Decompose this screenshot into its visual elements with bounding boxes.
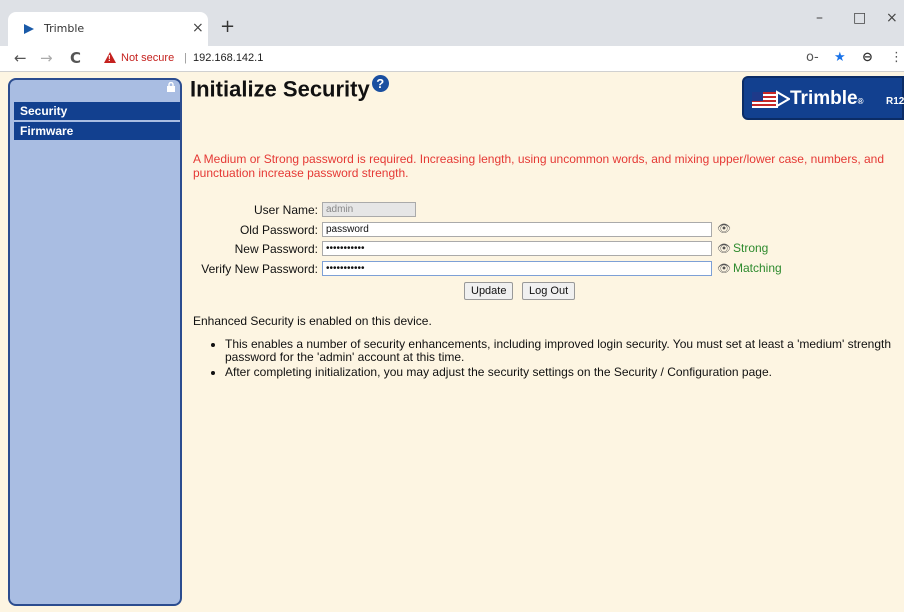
reload-button[interactable]: C xyxy=(70,49,81,67)
page-title-text: Initialize Security xyxy=(190,76,370,102)
new-tab-button[interactable]: + xyxy=(220,18,235,36)
security-info-list: This enables a number of security enhanc… xyxy=(213,338,903,381)
log-out-button[interactable]: Log Out xyxy=(522,282,576,300)
minimize-button[interactable]: – xyxy=(816,10,823,26)
us-flag-icon[interactable] xyxy=(752,92,778,108)
trimble-logo-banner: Trimble® R12 xyxy=(742,76,904,120)
sidebar-item-security[interactable]: Security xyxy=(14,102,180,120)
password-requirement-warning: A Medium or Strong password is required.… xyxy=(193,152,885,180)
not-secure-label[interactable]: Not secure xyxy=(121,52,174,64)
back-button[interactable]: ← xyxy=(14,49,27,67)
new-password-field[interactable] xyxy=(322,241,712,256)
enhanced-security-notice: Enhanced Security is enabled on this dev… xyxy=(193,314,432,328)
key-icon[interactable]: o‑ xyxy=(806,50,819,65)
bookmark-star-icon[interactable]: ★ xyxy=(834,50,846,65)
old-password-label: Old Password: xyxy=(239,223,318,237)
sidebar: Security Firmware xyxy=(8,78,182,606)
forward-button[interactable]: → xyxy=(40,49,53,67)
username-field[interactable] xyxy=(322,202,416,217)
browser-tab-bar: Trimble × + – □ × xyxy=(0,0,904,46)
address-bar: ← → C ! Not secure | 192.168.142.1 o‑ ★ … xyxy=(0,46,904,72)
trimble-logo-text: Trimble® xyxy=(790,88,864,109)
verify-password-field[interactable] xyxy=(322,261,712,276)
url-field[interactable]: 192.168.142.1 xyxy=(193,52,263,64)
new-password-label: New Password: xyxy=(234,242,318,256)
update-button[interactable]: Update xyxy=(464,282,514,300)
sidebar-item-firmware[interactable]: Firmware xyxy=(14,122,180,140)
close-window-button[interactable]: × xyxy=(886,10,898,26)
profile-icon[interactable]: ⊖ xyxy=(862,50,873,65)
verify-password-label: Verify New Password: xyxy=(201,262,318,276)
help-icon[interactable]: ? xyxy=(371,75,389,92)
show-old-password-eye-icon[interactable]: 👁 xyxy=(717,222,731,235)
lock-icon xyxy=(167,82,175,92)
list-item: After completing initialization, you may… xyxy=(225,366,903,379)
trimble-favicon-icon xyxy=(24,24,34,34)
show-verify-password-eye-icon[interactable]: 👁 xyxy=(717,262,731,275)
menu-icon[interactable]: ⋮ xyxy=(890,50,903,65)
username-label: User Name: xyxy=(253,203,318,217)
maximize-button[interactable]: □ xyxy=(853,10,866,26)
password-match-status: Matching xyxy=(733,261,782,275)
trimble-logo-icon xyxy=(776,90,790,108)
old-password-field[interactable] xyxy=(322,222,712,237)
tab-title: Trimble xyxy=(44,22,85,35)
password-strength-status: Strong xyxy=(733,241,769,255)
list-item: This enables a number of security enhanc… xyxy=(225,338,903,364)
show-new-password-eye-icon[interactable]: 👁 xyxy=(717,242,731,255)
browser-tab[interactable]: Trimble × xyxy=(8,12,208,46)
url-separator: | xyxy=(184,52,187,64)
page-title: Initialize Security? xyxy=(190,75,389,102)
receiver-model: R12 xyxy=(886,96,904,107)
warning-icon: ! xyxy=(104,52,116,63)
tab-close-icon[interactable]: × xyxy=(192,20,204,36)
